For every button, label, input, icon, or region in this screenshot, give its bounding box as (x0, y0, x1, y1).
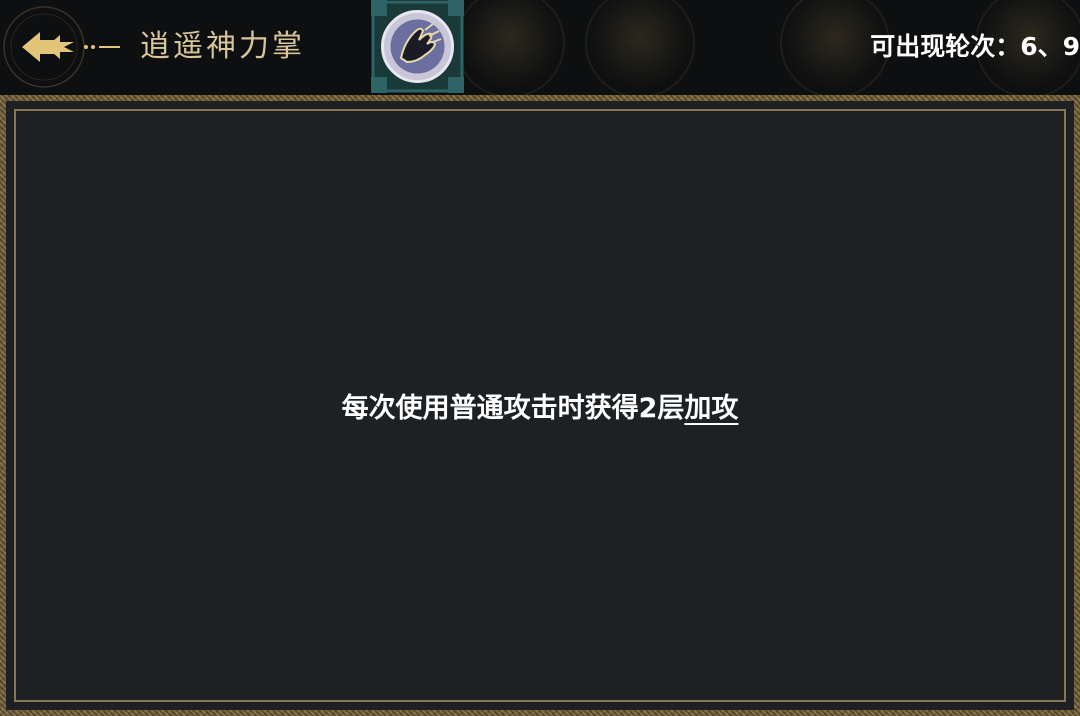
back-button[interactable] (2, 4, 127, 90)
description-panel-frame: 每次使用普通攻击时获得2层加攻 (0, 95, 1080, 716)
background-skill-orb (585, 0, 695, 95)
background-skill-orb (455, 0, 565, 95)
skill-icon-button[interactable] (371, 0, 464, 93)
buff-keyword-link[interactable]: 加攻 (684, 393, 738, 424)
description-panel: 每次使用普通攻击时获得2层加攻 (6, 101, 1074, 710)
skill-description: 每次使用普通攻击时获得2层加攻 (6, 391, 1074, 427)
palm-strike-skill-icon (371, 0, 464, 93)
top-bar: 逍遥神力掌 可出现轮次：6、9 (0, 0, 1080, 95)
appearance-rounds: 可出现轮次：6、9 (870, 32, 1080, 61)
description-text: 每次使用普通攻击时获得2层 (341, 393, 685, 424)
skill-name: 逍遥神力掌 (140, 29, 305, 64)
back-arrow-icon (3, 6, 120, 88)
